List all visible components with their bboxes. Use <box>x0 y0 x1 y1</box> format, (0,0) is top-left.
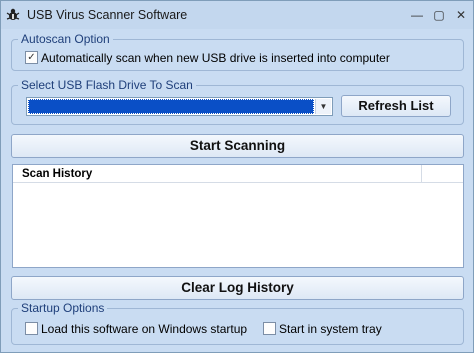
start-in-tray-checkbox[interactable] <box>263 322 276 335</box>
clear-log-history-button[interactable]: Clear Log History <box>11 276 464 300</box>
load-on-startup-checkbox[interactable] <box>25 322 38 335</box>
close-button[interactable]: ✕ <box>452 8 470 22</box>
dropdown-selected-value <box>28 99 314 114</box>
title-bar[interactable]: USB Virus Scanner Software — ▢ ✕ <box>1 1 473 29</box>
autoscan-legend: Autoscan Option <box>18 32 113 46</box>
refresh-list-button[interactable]: Refresh List <box>341 95 451 117</box>
usb-bug-icon <box>6 8 20 20</box>
autoscan-label[interactable]: Automatically scan when new USB drive is… <box>41 51 390 65</box>
start-in-tray-label[interactable]: Start in system tray <box>279 322 382 336</box>
drive-select-legend: Select USB Flash Drive To Scan <box>18 78 196 92</box>
minimize-button[interactable]: — <box>408 8 426 22</box>
start-scanning-button[interactable]: Start Scanning <box>11 134 464 158</box>
column-divider[interactable] <box>421 165 422 182</box>
scan-history-list[interactable]: Scan History <box>12 164 464 268</box>
chevron-down-icon[interactable]: ▼ <box>315 99 331 114</box>
app-window: USB Virus Scanner Software — ▢ ✕ Autosca… <box>0 0 474 353</box>
load-on-startup-label[interactable]: Load this software on Windows startup <box>41 322 247 336</box>
scan-history-column-header[interactable]: Scan History <box>22 168 92 180</box>
usb-drive-dropdown[interactable]: ▼ <box>26 97 333 116</box>
maximize-button[interactable]: ▢ <box>430 8 448 22</box>
startup-options-legend: Startup Options <box>18 301 108 315</box>
scan-history-header: Scan History <box>13 165 463 183</box>
window-title: USB Virus Scanner Software <box>27 8 188 22</box>
autoscan-checkbox[interactable]: ✓ <box>25 51 38 64</box>
